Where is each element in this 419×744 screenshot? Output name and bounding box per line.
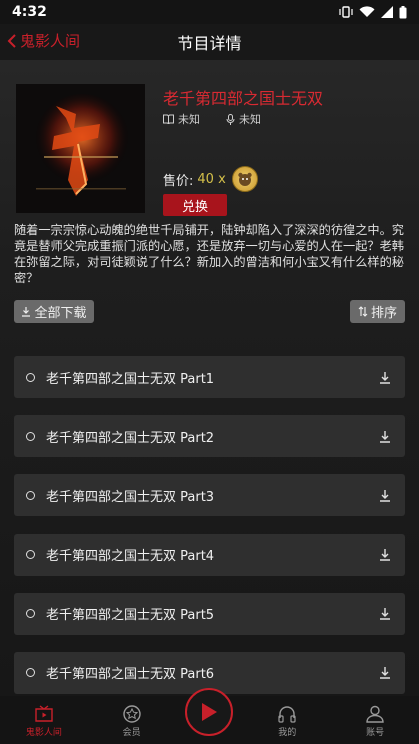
tab-label: 会员 [122,728,141,738]
tab-spacer [179,738,239,744]
download-all-button[interactable]: 全部下载 [14,300,94,323]
program-title: 老千第四部之国士无双 [163,89,324,108]
sort-icon [358,306,368,317]
episode-title: 老千第四部之国士无双 Part3 [46,489,215,505]
download-icon[interactable] [379,371,391,384]
book-icon [163,114,174,124]
download-icon[interactable] [379,548,391,561]
status-time: 4:32 [12,4,47,20]
vibrate-icon [339,6,353,18]
download-all-label: 全部下载 [34,306,87,321]
status-icons [339,5,407,19]
signal-icon [381,6,393,18]
program-cover-image [16,84,145,213]
tab-account[interactable]: 账号 [335,705,415,744]
play-status-icon [26,550,35,560]
tab-mine[interactable]: 我的 [247,705,327,744]
tab-member[interactable]: 会员 [92,705,172,744]
narrator-value: 未知 [239,113,261,126]
episode-title: 老千第四部之国士无双 Part1 [46,371,215,387]
person-icon [366,705,384,723]
episode-item[interactable]: 老千第四部之国士无双 Part3 [14,474,405,517]
program-description: 随着一宗宗惊心动魄的绝世千局铺开，陆钟却陷入了深深的彷徨之中。究竟是替师父完成重… [14,223,404,285]
play-icon [202,703,217,721]
play-status-icon [26,668,35,678]
app-bar: 鬼影人间 节目详情 [0,24,419,60]
tab-label: 账号 [366,728,385,738]
sort-label: 排序 [370,306,397,321]
play-status-icon [26,431,35,441]
chevron-left-icon [7,33,16,48]
play-frame-icon [35,705,53,722]
download-icon[interactable] [379,489,391,502]
episode-title: 老千第四部之国士无双 Part6 [46,667,215,683]
status-bar: 4:32 [0,0,419,24]
coin-mascot-icon [231,166,258,192]
price-label: 售价: [163,173,194,189]
episode-title: 老千第四部之国士无双 Part4 [46,549,215,565]
tab-label: 鬼影人间 [25,728,62,738]
back-label: 鬼影人间 [20,32,81,50]
episode-item[interactable]: 老千第四部之国士无双 Part4 [14,533,405,576]
episode-list: 老千第四部之国士无双 Part1 老千第四部之国士无双 Part2 老千第四部之… [14,356,405,711]
back-button[interactable]: 鬼影人间 [6,30,80,51]
author-value: 未知 [178,113,200,126]
episode-item[interactable]: 老千第四部之国士无双 Part5 [14,592,405,635]
program-meta: 未知 未知 [163,111,261,127]
headphones-icon [278,706,296,723]
play-button[interactable] [185,688,233,736]
episode-title: 老千第四部之国士无双 Part2 [46,430,215,446]
member-badge-icon [122,705,141,723]
narrator-info: 未知 [226,111,261,127]
download-icon[interactable] [379,430,391,443]
price-row: 售价: 40 x [163,166,258,192]
wifi-icon [359,6,375,18]
exchange-button[interactable]: 兑换 [163,194,227,216]
price-value: 40 x [197,171,226,187]
sort-button[interactable]: 排序 [350,300,405,323]
tab-label: 我的 [278,728,297,738]
battery-icon [399,5,407,18]
microphone-icon [226,113,235,125]
episode-item[interactable]: 老千第四部之国士无双 Part1 [14,356,405,398]
download-icon [22,307,31,317]
play-status-icon [26,490,35,500]
download-icon[interactable] [379,666,391,680]
author-info: 未知 [163,111,200,127]
download-icon[interactable] [379,607,391,620]
episode-item[interactable]: 老千第四部之国士无双 Part2 [14,415,405,458]
play-status-icon [26,372,35,382]
tab-home[interactable]: 鬼影人间 [4,705,84,744]
episode-title: 老千第四部之国士无双 Part5 [46,608,215,624]
play-status-icon [26,609,35,619]
